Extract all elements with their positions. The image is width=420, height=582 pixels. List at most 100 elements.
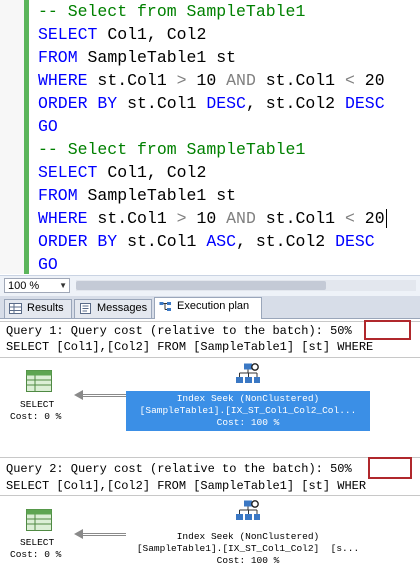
- operator-cost: Cost: 100 %: [216, 417, 280, 428]
- query-statement: SELECT [Col1],[Col2] FROM [SampleTable1]…: [6, 340, 374, 354]
- select-operator[interactable]: SELECT Cost: 0 %: [10, 537, 61, 561]
- sql-operator: AND: [226, 71, 256, 90]
- change-margin-bar: [24, 0, 29, 140]
- sql-keyword: GO: [38, 117, 58, 136]
- tab-label: Execution plan: [177, 300, 250, 312]
- code-line[interactable]: WHERE st.Col1 > 10 AND st.Col1 < 20: [38, 69, 385, 92]
- messages-icon: [80, 303, 91, 314]
- code-line[interactable]: -- Select from SampleTable1: [38, 138, 305, 161]
- horizontal-scrollbar[interactable]: [76, 280, 416, 291]
- sql-operator: >: [176, 209, 187, 228]
- sql-operator: AND: [226, 209, 256, 228]
- operator-cost: Cost: 0 %: [10, 411, 62, 422]
- sql-keyword: FROM: [38, 186, 78, 205]
- sql-text: st.Col1: [255, 71, 345, 90]
- sql-operator: >: [176, 71, 187, 90]
- sql-text: , st.Col2: [245, 94, 345, 113]
- sql-keyword: DESC: [335, 232, 375, 251]
- query-cost: 50%: [330, 462, 352, 476]
- sql-keyword: WHERE: [38, 71, 88, 90]
- index-seek-icon[interactable]: [235, 500, 261, 524]
- tab-label: Results: [27, 302, 64, 314]
- sql-text: st.Col1: [117, 232, 207, 251]
- code-line[interactable]: SELECT Col1, Col2: [38, 23, 206, 46]
- query-separator: [0, 457, 420, 458]
- query-cost: 50%: [330, 324, 352, 338]
- zoom-dropdown[interactable]: 100 % ▼: [4, 278, 70, 293]
- select-operator[interactable]: SELECT Cost: 0 %: [10, 399, 61, 423]
- sql-text: 10: [186, 71, 227, 90]
- change-margin-bar: [24, 140, 29, 274]
- operator-cost: Cost: 100 %: [216, 555, 280, 566]
- sql-operator: <: [345, 209, 355, 228]
- query-header: Query 1: Query cost (relative to the bat…: [6, 323, 352, 339]
- code-line[interactable]: SELECT Col1, Col2: [38, 161, 206, 184]
- code-line[interactable]: GO: [38, 253, 58, 274]
- sql-text: Col1, Col2: [97, 25, 207, 44]
- code-line[interactable]: WHERE st.Col1 > 10 AND st.Col1 < 20: [38, 207, 387, 230]
- editor-gutter: [0, 0, 24, 274]
- scrollbar-thumb[interactable]: [76, 281, 326, 290]
- sql-text: SampleTable1 st: [77, 48, 237, 67]
- cost-highlight-box: [364, 320, 411, 340]
- sql-comment: -- Select from SampleTable1: [38, 2, 306, 21]
- tab-execution-plan[interactable]: Execution plan: [154, 297, 262, 319]
- arrow-head: [74, 390, 83, 400]
- code-line[interactable]: GO: [38, 115, 58, 138]
- query-separator: [0, 495, 420, 496]
- query-separator: [0, 321, 420, 322]
- sql-keyword: ORDER BY: [38, 232, 118, 251]
- execution-plan-icon: [159, 302, 171, 311]
- operator-name: Index Seek (NonClustered): [176, 531, 320, 542]
- code-line[interactable]: FROM SampleTable1 st: [38, 46, 236, 69]
- sql-text: 20: [354, 209, 385, 228]
- query-header: Query 2: Query cost (relative to the bat…: [6, 461, 352, 477]
- select-operator-icon[interactable]: [26, 509, 52, 531]
- index-seek-operator[interactable]: Index Seek (NonClustered) [SampleTable1].…: [126, 391, 370, 431]
- query-separator: [0, 357, 420, 358]
- sql-keyword: DESC: [344, 94, 385, 113]
- operator-cost: Cost: 0 %: [10, 549, 62, 560]
- query-title: Query 2: Query cost (relative to the bat…: [6, 462, 331, 476]
- text-cursor: [385, 209, 387, 229]
- sql-keyword: SELECT: [38, 163, 98, 182]
- sql-keyword: ASC: [206, 232, 237, 251]
- operator-name: SELECT: [20, 399, 55, 410]
- query-statement: SELECT [Col1],[Col2] FROM [SampleTable1]…: [6, 479, 367, 493]
- sql-text: st.Col1: [87, 209, 177, 228]
- data-flow-arrow: [82, 533, 126, 536]
- sql-text: Col1, Col2: [97, 163, 207, 182]
- select-operator-icon[interactable]: [26, 370, 52, 392]
- code-line[interactable]: -- Select from SampleTable1: [38, 0, 305, 23]
- sql-editor[interactable]: -- Select from SampleTable1 SELECT Col1,…: [0, 0, 420, 274]
- code-line[interactable]: FROM SampleTable1 st: [38, 184, 236, 207]
- sql-keyword: DESC: [206, 94, 246, 113]
- tab-label: Messages: [97, 302, 148, 314]
- index-seek-icon[interactable]: [235, 363, 261, 387]
- operator-object: [SampleTable1].[IX_ST_Col1_Col2_Col...: [139, 405, 357, 416]
- execution-plan-pane[interactable]: Query 1: Query cost (relative to the bat…: [0, 319, 420, 582]
- tab-results[interactable]: Results: [4, 299, 72, 318]
- results-tab-bar: Results Messages Execution plan: [0, 296, 420, 319]
- sql-text: st.Col1: [255, 209, 345, 228]
- code-line[interactable]: ORDER BY st.Col1 DESC, st.Col2 DESC: [38, 92, 385, 115]
- code-line[interactable]: ORDER BY st.Col1 ASC, st.Col2 DESC: [38, 230, 375, 253]
- sql-operator: <: [345, 71, 355, 90]
- operator-name: SELECT: [20, 537, 55, 548]
- sql-text: 20: [354, 71, 385, 90]
- index-seek-operator[interactable]: Index Seek (NonClustered) [SampleTable1].…: [126, 529, 370, 569]
- operator-name: Index Seek (NonClustered): [176, 393, 320, 404]
- sql-keyword: SELECT: [38, 25, 98, 44]
- chevron-down-icon: ▼: [59, 281, 67, 290]
- sql-comment: -- Select from SampleTable1: [38, 140, 306, 159]
- sql-keyword: GO: [38, 255, 58, 274]
- grid-icon: [9, 303, 22, 314]
- query-title: Query 1: Query cost (relative to the bat…: [6, 324, 331, 338]
- editor-status-bar: 100 % ▼: [0, 275, 420, 296]
- sql-keyword: ORDER BY: [38, 94, 118, 113]
- arrow-head: [74, 529, 83, 539]
- sql-text: 10: [186, 209, 227, 228]
- tab-messages[interactable]: Messages: [74, 299, 152, 318]
- cost-highlight-box: [368, 457, 412, 479]
- operator-object: [SampleTable1].[IX_ST_Col1_Col2] [s...: [136, 543, 360, 554]
